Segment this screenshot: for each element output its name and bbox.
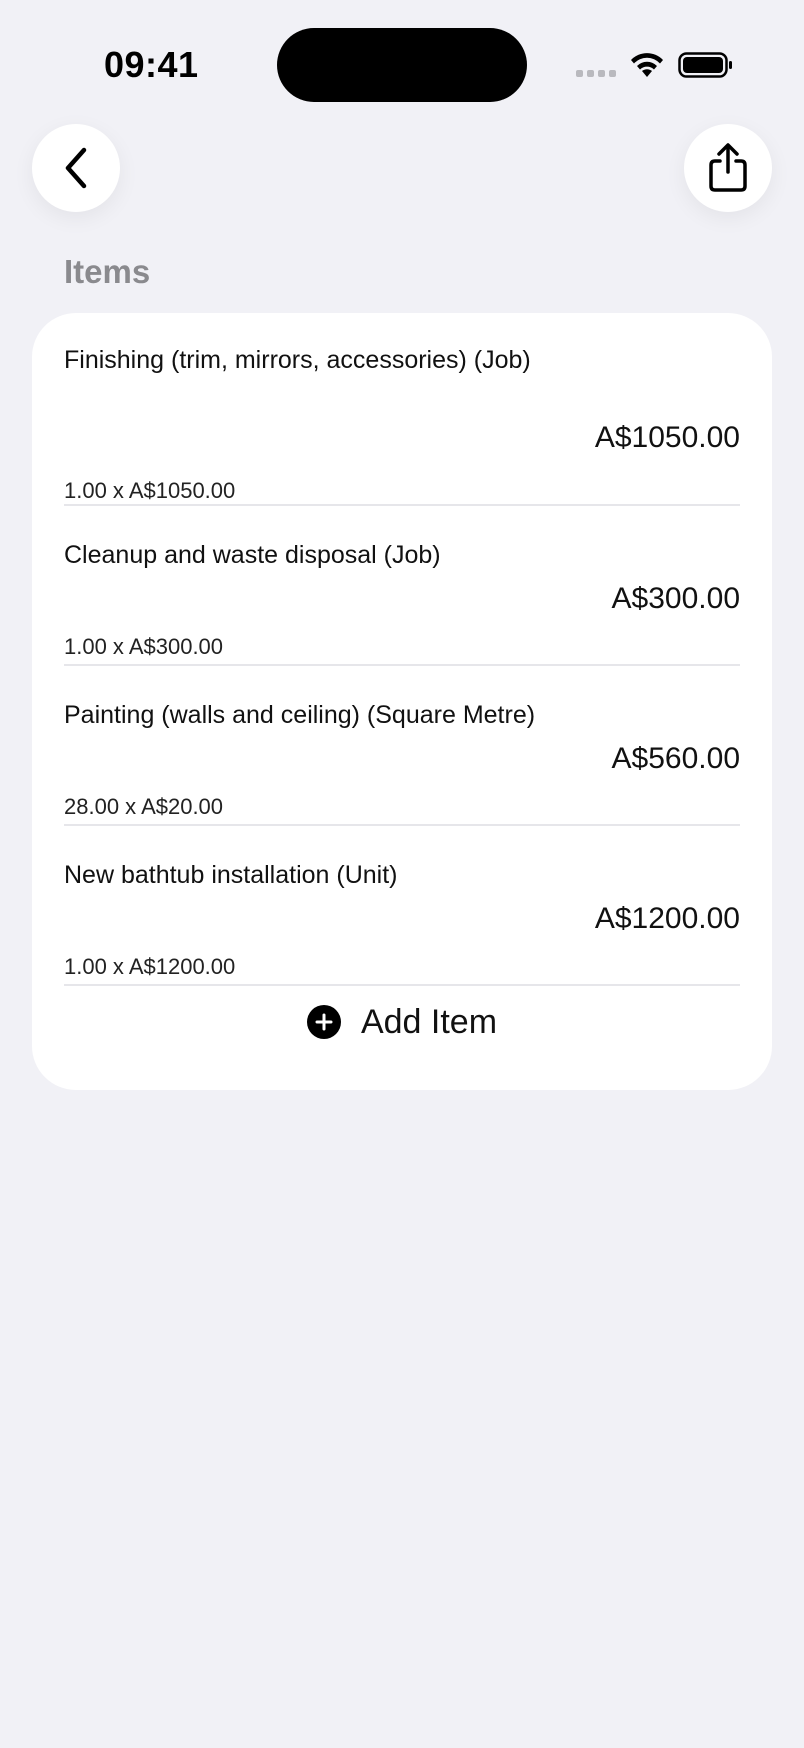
item-quantity: 1.00 x A$1200.00 xyxy=(64,954,236,979)
section-title: Items xyxy=(64,253,151,290)
item-quantity: 28.00 x A$20.00 xyxy=(64,794,224,819)
item-name: New bathtub installation (Unit) xyxy=(64,861,398,889)
add-item-button[interactable]: Add Item xyxy=(32,987,772,1057)
item-total: A$1200.00 xyxy=(594,902,740,935)
divider xyxy=(64,824,740,826)
items-card: Finishing (trim, mirrors, accessories) (… xyxy=(32,313,772,1090)
item-quantity: 1.00 x A$1050.00 xyxy=(64,478,236,503)
back-button[interactable] xyxy=(32,124,120,212)
item-total: A$560.00 xyxy=(611,742,740,775)
item-quantity: 1.00 x A$300.00 xyxy=(64,634,224,659)
add-item-label: Add Item xyxy=(360,1002,498,1041)
item-total: A$300.00 xyxy=(611,582,740,615)
divider xyxy=(64,504,740,506)
wifi-icon xyxy=(631,53,663,77)
chevron-left-icon xyxy=(65,147,87,189)
cellular-signal-icon xyxy=(576,70,616,77)
status-time: 09:41 xyxy=(104,44,199,85)
item-name: Cleanup and waste disposal (Job) xyxy=(64,541,441,569)
list-item[interactable]: New bathtub installation (Unit) A$1200.0… xyxy=(64,857,740,987)
item-total: A$1050.00 xyxy=(594,421,740,454)
share-icon xyxy=(709,143,747,192)
divider xyxy=(64,984,740,986)
item-name: Finishing (trim, mirrors, accessories) (… xyxy=(64,346,531,374)
plus-circle-icon xyxy=(306,1005,341,1039)
list-item[interactable]: Painting (walls and ceiling) (Square Met… xyxy=(64,697,740,827)
dynamic-island xyxy=(277,28,527,102)
item-name: Painting (walls and ceiling) (Square Met… xyxy=(64,701,536,729)
items-screen: 09:41 Items Finishing (trim, mirrors, ac… xyxy=(0,0,804,1748)
share-button[interactable] xyxy=(684,124,772,212)
divider xyxy=(64,664,740,666)
status-bar: 09:41 xyxy=(0,0,804,110)
battery-icon xyxy=(678,52,732,78)
list-item[interactable]: Cleanup and waste disposal (Job) A$300.0… xyxy=(64,537,740,667)
list-item[interactable]: Finishing (trim, mirrors, accessories) (… xyxy=(64,342,740,503)
